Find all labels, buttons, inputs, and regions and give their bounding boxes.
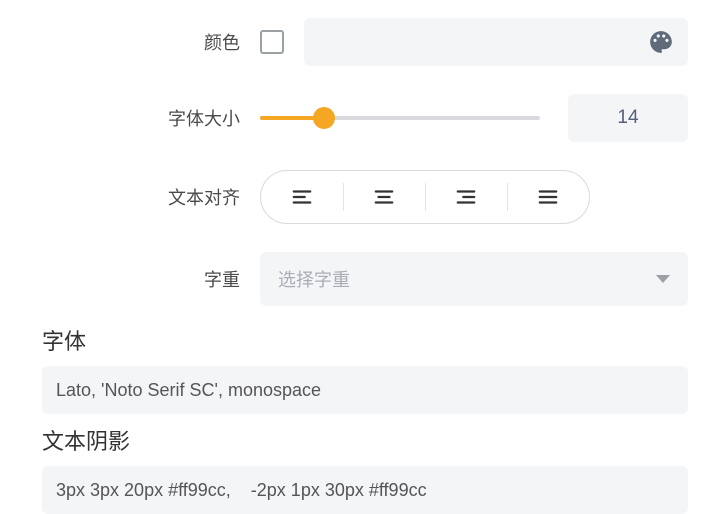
- text-shadow-input[interactable]: 3px 3px 20px #ff99cc, -2px 1px 30px #ff9…: [42, 466, 688, 514]
- font-weight-placeholder: 选择字重: [278, 266, 350, 292]
- color-label: 颜色: [0, 29, 260, 55]
- color-enable-checkbox[interactable]: [260, 30, 284, 54]
- color-picker-field[interactable]: [304, 18, 688, 66]
- font-weight-label: 字重: [0, 266, 260, 292]
- align-center-icon: [373, 186, 395, 208]
- font-size-row: 字体大小 14: [0, 94, 724, 142]
- font-weight-select[interactable]: 选择字重: [260, 252, 688, 306]
- text-align-label: 文本对齐: [0, 184, 260, 210]
- font-weight-row: 字重 选择字重: [0, 252, 724, 306]
- chevron-down-icon: [656, 275, 670, 283]
- align-right-button[interactable]: [425, 171, 507, 223]
- align-left-button[interactable]: [261, 171, 343, 223]
- text-align-group: [260, 170, 590, 224]
- slider-thumb[interactable]: [313, 107, 335, 129]
- font-family-label: 字体: [0, 324, 724, 360]
- align-center-button[interactable]: [343, 171, 425, 223]
- align-justify-button[interactable]: [507, 171, 589, 223]
- font-size-label: 字体大小: [0, 105, 260, 131]
- align-justify-icon: [537, 186, 559, 208]
- font-size-value[interactable]: 14: [568, 94, 688, 142]
- color-row: 颜色: [0, 18, 724, 66]
- font-family-value: Lato, 'Noto Serif SC', monospace: [56, 380, 321, 401]
- align-right-icon: [455, 186, 477, 208]
- font-family-input[interactable]: Lato, 'Noto Serif SC', monospace: [42, 366, 688, 414]
- font-size-slider[interactable]: [260, 106, 540, 130]
- text-align-row: 文本对齐: [0, 170, 724, 224]
- palette-icon: [648, 29, 674, 55]
- text-shadow-value: 3px 3px 20px #ff99cc, -2px 1px 30px #ff9…: [56, 480, 427, 501]
- text-shadow-label: 文本阴影: [0, 424, 724, 460]
- align-left-icon: [291, 186, 313, 208]
